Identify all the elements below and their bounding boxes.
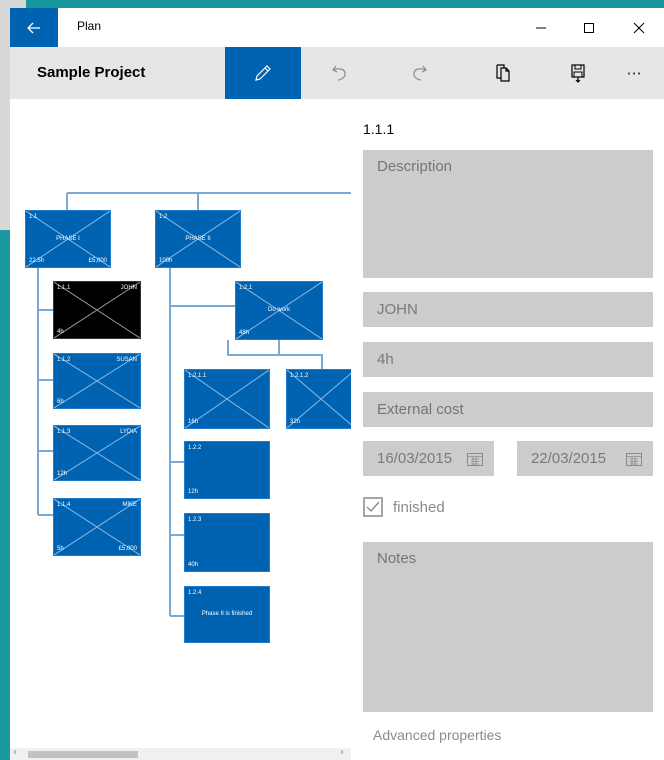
notes-field[interactable] — [363, 542, 653, 712]
node-hours: 6h — [57, 399, 64, 405]
minimize-button[interactable] — [518, 8, 564, 47]
scrollbar-thumb[interactable] — [28, 751, 138, 758]
node-id: 1.1 — [29, 214, 38, 220]
advanced-properties-link[interactable]: Advanced properties — [373, 727, 501, 743]
finished-checkbox[interactable] — [363, 497, 383, 517]
node-resource: JOHN — [120, 285, 137, 291]
node-id: 1.2 — [159, 214, 168, 220]
edit-button[interactable] — [225, 47, 301, 99]
project-title: Sample Project — [37, 64, 146, 81]
node-hours: 16h — [188, 419, 199, 425]
pencil-icon — [255, 65, 271, 81]
node-id: 1.1.2 — [57, 357, 71, 363]
desktop-background — [0, 0, 664, 8]
node-hours: 40h — [188, 562, 199, 568]
maximize-button[interactable] — [566, 8, 612, 47]
node-name: Phase II is finished — [201, 611, 253, 618]
node-name: PHASE II — [185, 235, 211, 242]
command-bar: Sample Project ··· — [10, 47, 664, 99]
node-hours: 12h — [188, 489, 199, 495]
maximize-icon — [584, 22, 594, 33]
calendar-icon — [626, 452, 642, 466]
node-id: 1.2.1.2 — [290, 373, 309, 379]
work-breakdown-diagram[interactable]: 1.1 PHASE I 22.5h £5,000 1.2 PHASE II 10… — [10, 99, 351, 760]
node-id: 1.2.2 — [188, 445, 202, 451]
node-hours: 22.5h — [29, 258, 45, 264]
redo-icon — [413, 65, 427, 81]
undo-button[interactable] — [303, 47, 379, 99]
desktop-background-left — [0, 230, 10, 760]
external-cost-field[interactable] — [363, 392, 653, 427]
node-id: 1.1.4 — [57, 502, 71, 508]
wbs-node[interactable]: 1.2.3 40h — [184, 513, 270, 572]
properties-panel: 1.1.1 16/03/2015 22/03/2015 fi — [351, 99, 664, 760]
node-resource: MIKE — [122, 502, 137, 508]
node-id: 1.1.3 — [57, 429, 71, 435]
app-window: Plan Sample Project ··· 1.1 PHASE I 22.5… — [10, 8, 664, 760]
node-hours: 5h — [57, 546, 64, 552]
close-icon — [633, 22, 645, 33]
scroll-right-icon[interactable]: › — [340, 747, 344, 758]
redo-button[interactable] — [380, 47, 456, 99]
node-hours: 4h — [57, 329, 64, 335]
node-hours: 12h — [57, 471, 68, 477]
undo-icon — [332, 65, 346, 81]
hours-field[interactable] — [363, 342, 653, 377]
wbs-node-selected[interactable]: 1.1.1 JOHN 4h — [53, 281, 141, 339]
wbs-node[interactable]: 1.1 PHASE I 22.5h £5,000 — [25, 210, 111, 268]
node-cost: £5,000 — [118, 546, 137, 552]
start-date-picker[interactable]: 16/03/2015 — [363, 441, 494, 476]
node-resource: SUSAN — [116, 357, 137, 363]
title-bar: Plan — [10, 8, 664, 47]
window-title: Plan — [77, 19, 102, 33]
arrow-left-icon — [27, 22, 40, 33]
scroll-left-icon[interactable]: ‹ — [13, 747, 17, 758]
back-button[interactable] — [10, 8, 58, 47]
calendar-icon — [467, 452, 483, 466]
end-date-picker[interactable]: 22/03/2015 — [517, 441, 653, 476]
node-id: 1.2.4 — [188, 590, 202, 596]
close-button[interactable] — [616, 8, 662, 47]
node-name: PHASE I — [56, 235, 80, 242]
save-icon — [571, 64, 585, 83]
wbs-node[interactable]: 1.2 PHASE II 100h — [155, 210, 241, 268]
horizontal-scrollbar[interactable]: ‹ › — [10, 747, 351, 760]
description-field[interactable] — [363, 150, 653, 278]
node-id: 1.2.1.1 — [188, 373, 207, 379]
wbs-node[interactable]: 1.2.1.2 32h — [286, 369, 351, 429]
wbs-node[interactable]: 1.1.4 MIKE 5h £5,000 — [53, 498, 141, 556]
wbs-node[interactable]: 1.2.2 12h — [184, 441, 270, 499]
wbs-node[interactable]: 1.2.1.1 16h — [184, 369, 270, 429]
checkmark-icon — [366, 501, 380, 513]
node-id: 1.2.3 — [188, 517, 202, 523]
minimize-icon — [536, 27, 546, 28]
wbs-node[interactable]: 1.2.1 Do work 48h — [235, 281, 323, 340]
end-date-value: 22/03/2015 — [531, 450, 607, 467]
finished-checkbox-row[interactable]: finished — [363, 497, 445, 517]
node-name: Do work — [267, 307, 290, 314]
selected-node-id: 1.1.1 — [363, 121, 395, 137]
copy-icon — [496, 64, 510, 82]
node-id: 1.2.1 — [239, 285, 253, 291]
wbs-node[interactable]: 1.2.4 Phase II is finished — [184, 586, 270, 643]
resource-field[interactable] — [363, 292, 653, 327]
copy-button[interactable] — [465, 47, 541, 99]
wbs-node[interactable]: 1.1.2 SUSAN 6h — [53, 353, 141, 409]
finished-label: finished — [393, 498, 445, 516]
node-cost: £5,000 — [88, 258, 107, 264]
node-resource: LYDIA — [120, 429, 137, 435]
node-id: 1.1.1 — [57, 285, 71, 291]
wbs-node[interactable]: 1.1.3 LYDIA 12h — [53, 425, 141, 481]
node-hours: 100h — [159, 258, 173, 264]
start-date-value: 16/03/2015 — [377, 450, 453, 467]
node-hours: 48h — [239, 330, 250, 336]
node-hours: 32h — [290, 419, 301, 425]
more-button[interactable]: ··· — [604, 47, 664, 99]
